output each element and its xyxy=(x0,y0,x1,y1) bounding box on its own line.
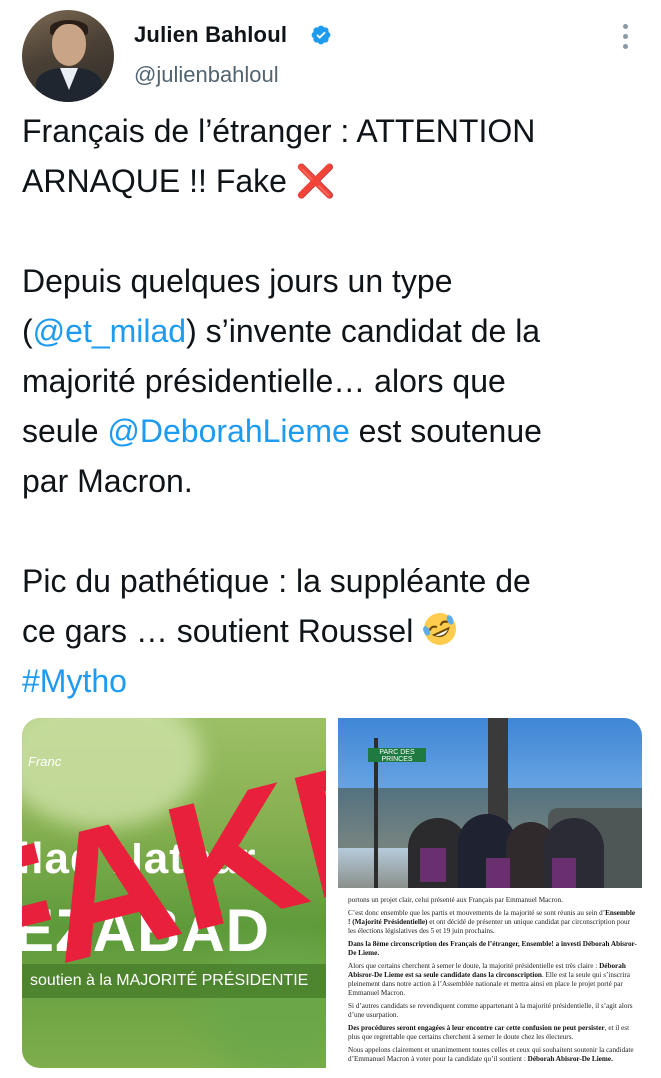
doc-bold-text: Dans la 8ème circonscription des Françai… xyxy=(348,940,637,957)
mention-link[interactable]: @DeborahLieme xyxy=(107,413,349,449)
tweet-text-fragment: ce gars … soutient Roussel xyxy=(22,613,423,649)
street-sign: PARC DES PRINCES xyxy=(368,748,426,763)
fake-stamp-text: FAKE xyxy=(22,718,326,1026)
author-avatar[interactable] xyxy=(22,10,114,102)
doc-paragraph: Des procédures seront engagées à leur en… xyxy=(348,1024,638,1042)
cross-mark-icon: ❌ xyxy=(295,163,336,199)
tweet-text-fragment: seule xyxy=(22,413,108,449)
held-flyer xyxy=(552,858,576,888)
doc-text: C’est donc ensemble que les partis et mo… xyxy=(348,909,606,917)
verified-badge-icon xyxy=(311,25,331,45)
author-handle[interactable]: @julienbahloul xyxy=(134,62,279,88)
media-image-statement-document[interactable]: portons un projet clair, celui présenté … xyxy=(338,888,642,1068)
tweet-line: par Macron. xyxy=(22,463,193,499)
doc-paragraph: Si d’autres candidats se revendiquent co… xyxy=(348,1002,633,1019)
tweet-text-fragment: ) s’invente candidat de la xyxy=(186,313,541,349)
tweet-line: ARNAQUE !! Fake xyxy=(22,163,296,199)
fake-stamp-overlay: FAKE xyxy=(22,718,326,1026)
statement-document: portons un projet clair, celui présenté … xyxy=(348,896,638,1068)
rolling-laughing-emoji-icon xyxy=(423,613,457,645)
more-options-icon[interactable] xyxy=(620,24,630,54)
mention-link[interactable]: @et_milad xyxy=(33,313,186,349)
tweet-line: Français de l’étranger : ATTENTION xyxy=(22,113,536,149)
doc-paragraph: Nous appelons clairement et unanimement … xyxy=(348,1046,638,1064)
tweet-line: Pic du pathétique : la suppléante de xyxy=(22,563,531,599)
street-sign-text: PARC DES PRINCES xyxy=(379,749,415,763)
doc-paragraph: Alors que certains cherchent à semer le … xyxy=(348,962,638,998)
tweet-media-grid: Franc ilad Nathar EZABAD soutien à la MA… xyxy=(22,718,642,1068)
avatar-face xyxy=(52,24,86,66)
hashtag-link[interactable]: #Mytho xyxy=(22,663,127,699)
doc-bold-text: Des procédures seront engagées à leur en… xyxy=(348,1024,605,1032)
doc-paragraph: Dans la 8ème circonscription des Françai… xyxy=(348,940,638,958)
author-name[interactable]: Julien Bahloul xyxy=(134,22,287,48)
doc-paragraph: C’est donc ensemble que les partis et mo… xyxy=(348,909,638,936)
tweet-text: Français de l’étranger : ATTENTION ARNAQ… xyxy=(22,106,642,706)
media-image-fake-poster[interactable]: Franc ilad Nathar EZABAD soutien à la MA… xyxy=(22,718,326,1068)
tweet-text-fragment: est soutenue xyxy=(349,413,542,449)
doc-paragraph: portons un projet clair, celui présenté … xyxy=(348,896,563,904)
held-flyer xyxy=(420,848,446,882)
media-image-supporters-photo[interactable]: PARC DES PRINCES xyxy=(338,718,642,888)
held-flyer xyxy=(486,858,510,888)
tweet-text-fragment: ( xyxy=(22,313,33,349)
tweet-line: Depuis quelques jours un type xyxy=(22,263,453,299)
doc-bold-text: Déborah Abisror-De Lieme. xyxy=(527,1055,613,1063)
doc-text: Alors que certains cherchent à semer le … xyxy=(348,962,600,970)
tweet-header: Julien Bahloul @julienbahloul xyxy=(0,0,661,110)
tweet-line: majorité présidentielle… alors que xyxy=(22,363,506,399)
